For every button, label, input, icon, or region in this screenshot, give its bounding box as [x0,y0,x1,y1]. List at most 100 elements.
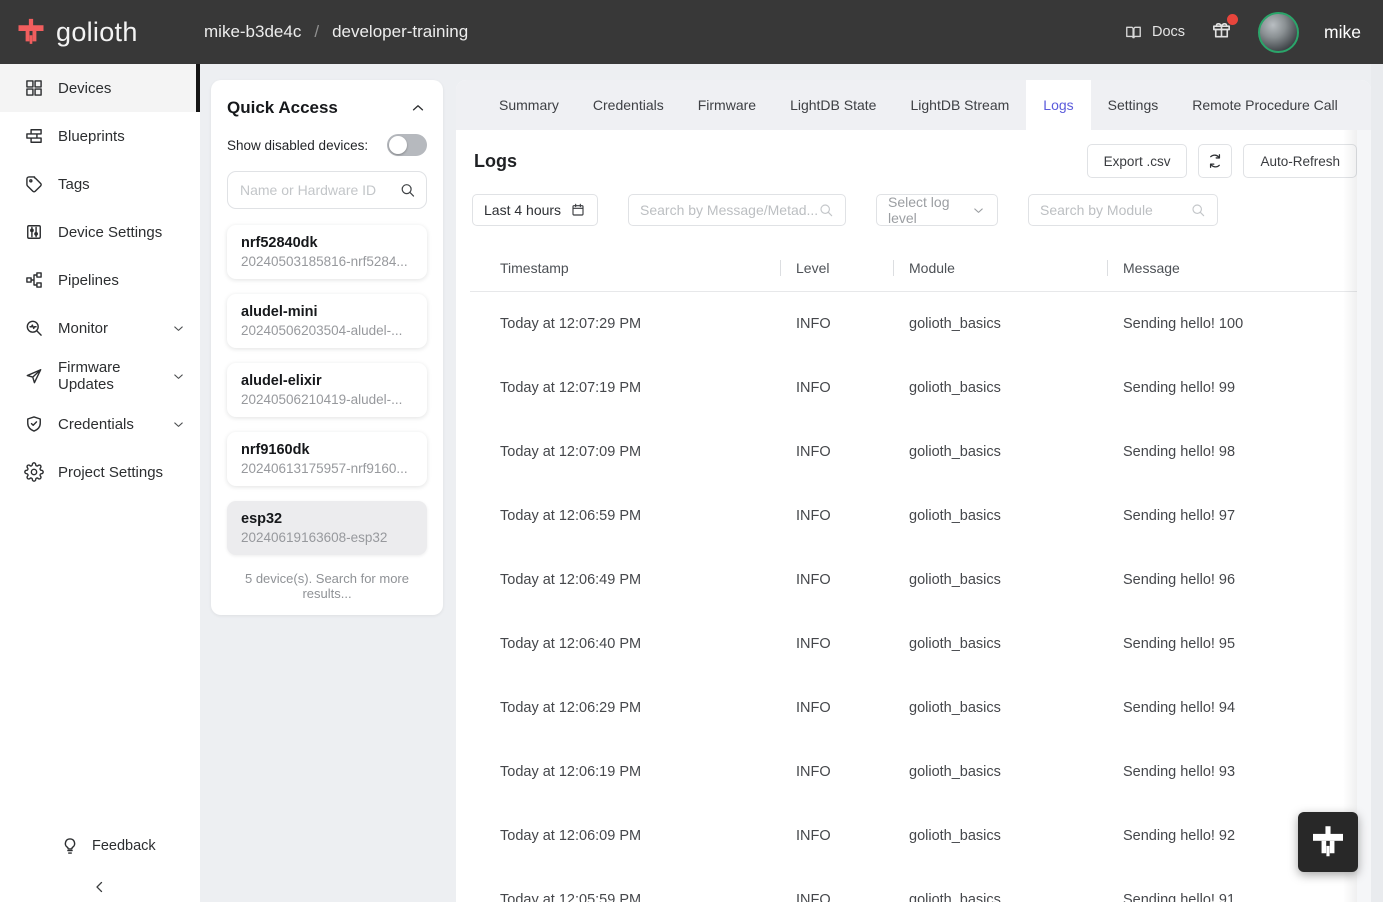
cell-message: Sending hello! 96 [1123,572,1236,588]
device-card-esp32[interactable]: esp32 20240619163608-esp32 [227,501,427,555]
chevron-up-icon[interactable] [409,99,427,117]
chevron-down-icon [171,369,186,384]
page-scrollbar-track[interactable] [1371,64,1383,902]
cell-message: Sending hello! 93 [1123,764,1236,780]
sidebar-item-label: Tags [58,175,90,193]
sidebar-collapse-button[interactable] [91,878,109,896]
cell-timestamp: Today at 12:06:29 PM [500,700,642,716]
monitor-search-icon [24,318,44,338]
cell-module: golioth_basics [909,508,1001,524]
table-row[interactable]: Today at 12:06:40 PM INFO golioth_basics Se… [470,612,1357,676]
sidebar-item-device-settings[interactable]: Device Settings [0,208,200,256]
table-row[interactable]: Today at 12:06:29 PM INFO golioth_basics Se… [470,676,1357,740]
page-title: Logs [474,150,517,171]
refresh-button[interactable] [1198,144,1233,178]
device-list: nrf52840dk 20240503185816-nrf5284... alude… [227,225,427,555]
golioth-logo[interactable]: golioth [0,17,204,48]
log-level-select[interactable]: Select log level [876,194,998,226]
docs-link[interactable]: Docs [1124,23,1185,42]
cell-module: golioth_basics [909,636,1001,652]
table-row[interactable]: Today at 12:06:59 PM INFO golioth_basics Se… [470,484,1357,548]
feedback-button[interactable]: Feedback [60,836,156,856]
cell-message: Sending hello! 97 [1123,508,1236,524]
cell-level: INFO [796,444,831,460]
cell-module: golioth_basics [909,892,1001,902]
blueprints-icon [24,126,44,146]
docs-label: Docs [1152,24,1186,40]
sidebar-item-credentials[interactable]: Credentials [0,400,200,448]
time-range-picker[interactable]: Last 4 hours [472,194,598,226]
device-name: aludel-mini [241,304,318,320]
sidebar-item-devices[interactable]: Devices [0,64,200,112]
device-tabs: Summary Credentials Firmware LightDB State L… [456,80,1371,130]
sidebar-nav: Devices Blueprints Tags Device Settings Pipe… [0,64,200,496]
sidebar-item-label: Project Settings [58,463,164,481]
table-row[interactable]: Today at 12:07:29 PM INFO golioth_basics Se… [470,292,1357,356]
device-name: aludel-elixir [241,373,322,389]
chevron-down-icon [171,417,186,432]
table-row[interactable]: Today at 12:06:49 PM INFO golioth_basics Se… [470,548,1357,612]
tab-credentials[interactable]: Credentials [576,80,681,130]
tab-logs[interactable]: Logs [1026,80,1091,130]
cell-message: Sending hello! 91 [1123,892,1236,902]
calendar-icon [570,202,586,218]
device-card-nrf9160dk[interactable]: nrf9160dk 20240613175957-nrf9160... [227,432,427,486]
search-icon [818,202,834,218]
breadcrumb-separator: / [314,22,320,41]
devices-grid-icon [24,78,44,98]
breadcrumb-org[interactable]: mike-b3de4c [204,22,301,42]
auto-refresh-button[interactable]: Auto-Refresh [1243,144,1357,178]
feedback-label: Feedback [92,838,156,854]
cell-module: golioth_basics [909,444,1001,460]
cell-timestamp: Today at 12:06:09 PM [500,828,642,844]
message-search-input[interactable] [640,202,818,218]
device-name: nrf9160dk [241,442,310,458]
sidebar-item-label: Monitor [58,319,109,337]
tab-lightdb-state[interactable]: LightDB State [773,80,893,130]
module-search-input[interactable] [1040,202,1190,218]
cell-module: golioth_basics [909,316,1001,332]
time-range-value: Last 4 hours [484,202,562,218]
tab-lightdb-stream[interactable]: LightDB Stream [893,80,1026,130]
device-card-aludel-mini[interactable]: aludel-mini 20240506203504-aludel-... [227,294,427,348]
breadcrumb-project[interactable]: developer-training [332,22,468,42]
tab-firmware[interactable]: Firmware [681,80,773,130]
sidebar-item-blueprints[interactable]: Blueprints [0,112,200,160]
avatar[interactable] [1258,11,1300,53]
sidebar-item-label: Credentials [58,415,134,433]
device-card-aludel-elixir[interactable]: aludel-elixir 20240506210419-aludel-... [227,363,427,417]
cell-module: golioth_basics [909,828,1001,844]
table-row[interactable]: Today at 12:06:09 PM INFO golioth_basics Se… [470,804,1357,868]
sidebar-item-monitor[interactable]: Monitor [0,304,200,352]
whats-new-button[interactable] [1210,14,1239,46]
table-row[interactable]: Today at 12:05:59 PM INFO golioth_basics Se… [470,868,1357,902]
sidebar-item-tags[interactable]: Tags [0,160,200,208]
log-level-placeholder: Select log level [888,194,950,226]
show-disabled-toggle[interactable] [387,134,427,156]
tab-summary[interactable]: Summary [482,80,576,130]
sidebar-item-pipelines[interactable]: Pipelines [0,256,200,304]
tab-remote-procedure-call[interactable]: Remote Procedure Call [1175,80,1355,130]
device-card-nrf52840dk[interactable]: nrf52840dk 20240503185816-nrf5284... [227,225,427,279]
cell-message: Sending hello! 94 [1123,700,1236,716]
cell-message: Sending hello! 95 [1123,636,1236,652]
table-row[interactable]: Today at 12:07:19 PM INFO golioth_basics Se… [470,356,1357,420]
table-row[interactable]: Today at 12:07:09 PM INFO golioth_basics Se… [470,420,1357,484]
tab-settings[interactable]: Settings [1091,80,1176,130]
sidebar-item-project-settings[interactable]: Project Settings [0,448,200,496]
accessibility-widget-button[interactable] [1298,812,1358,872]
app-header: golioth mike-b3de4c / developer-training… [0,0,1383,64]
table-scrollbar-track[interactable] [1357,130,1371,902]
cell-timestamp: Today at 12:06:59 PM [500,508,642,524]
log-table-header: Timestamp Level Module Message [470,244,1357,292]
cell-timestamp: Today at 12:07:09 PM [500,444,642,460]
cell-level: INFO [796,892,831,902]
golioth-figure-icon [16,17,46,47]
chevron-down-icon [971,203,986,218]
chevron-down-icon [171,321,186,336]
sidebar-item-firmware-updates[interactable]: Firmware Updates [0,352,200,400]
export-csv-button[interactable]: Export .csv [1086,144,1188,178]
table-row[interactable]: Today at 12:06:19 PM INFO golioth_basics Se… [470,740,1357,804]
user-name[interactable]: mike [1324,22,1361,43]
device-search-input[interactable] [227,171,427,209]
